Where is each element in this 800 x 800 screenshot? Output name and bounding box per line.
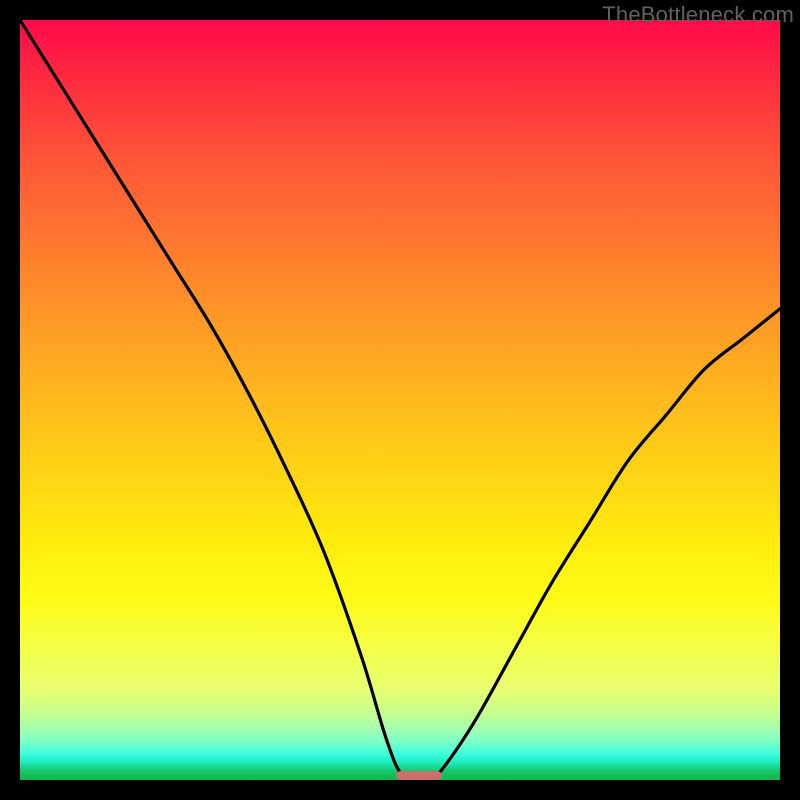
chart-container: TheBottleneck.com bbox=[0, 0, 800, 800]
curve-path bbox=[20, 20, 780, 780]
watermark-text: TheBottleneck.com bbox=[602, 2, 794, 28]
bottleneck-curve bbox=[20, 20, 780, 780]
minimum-marker bbox=[396, 771, 442, 780]
plot-area bbox=[20, 20, 780, 780]
